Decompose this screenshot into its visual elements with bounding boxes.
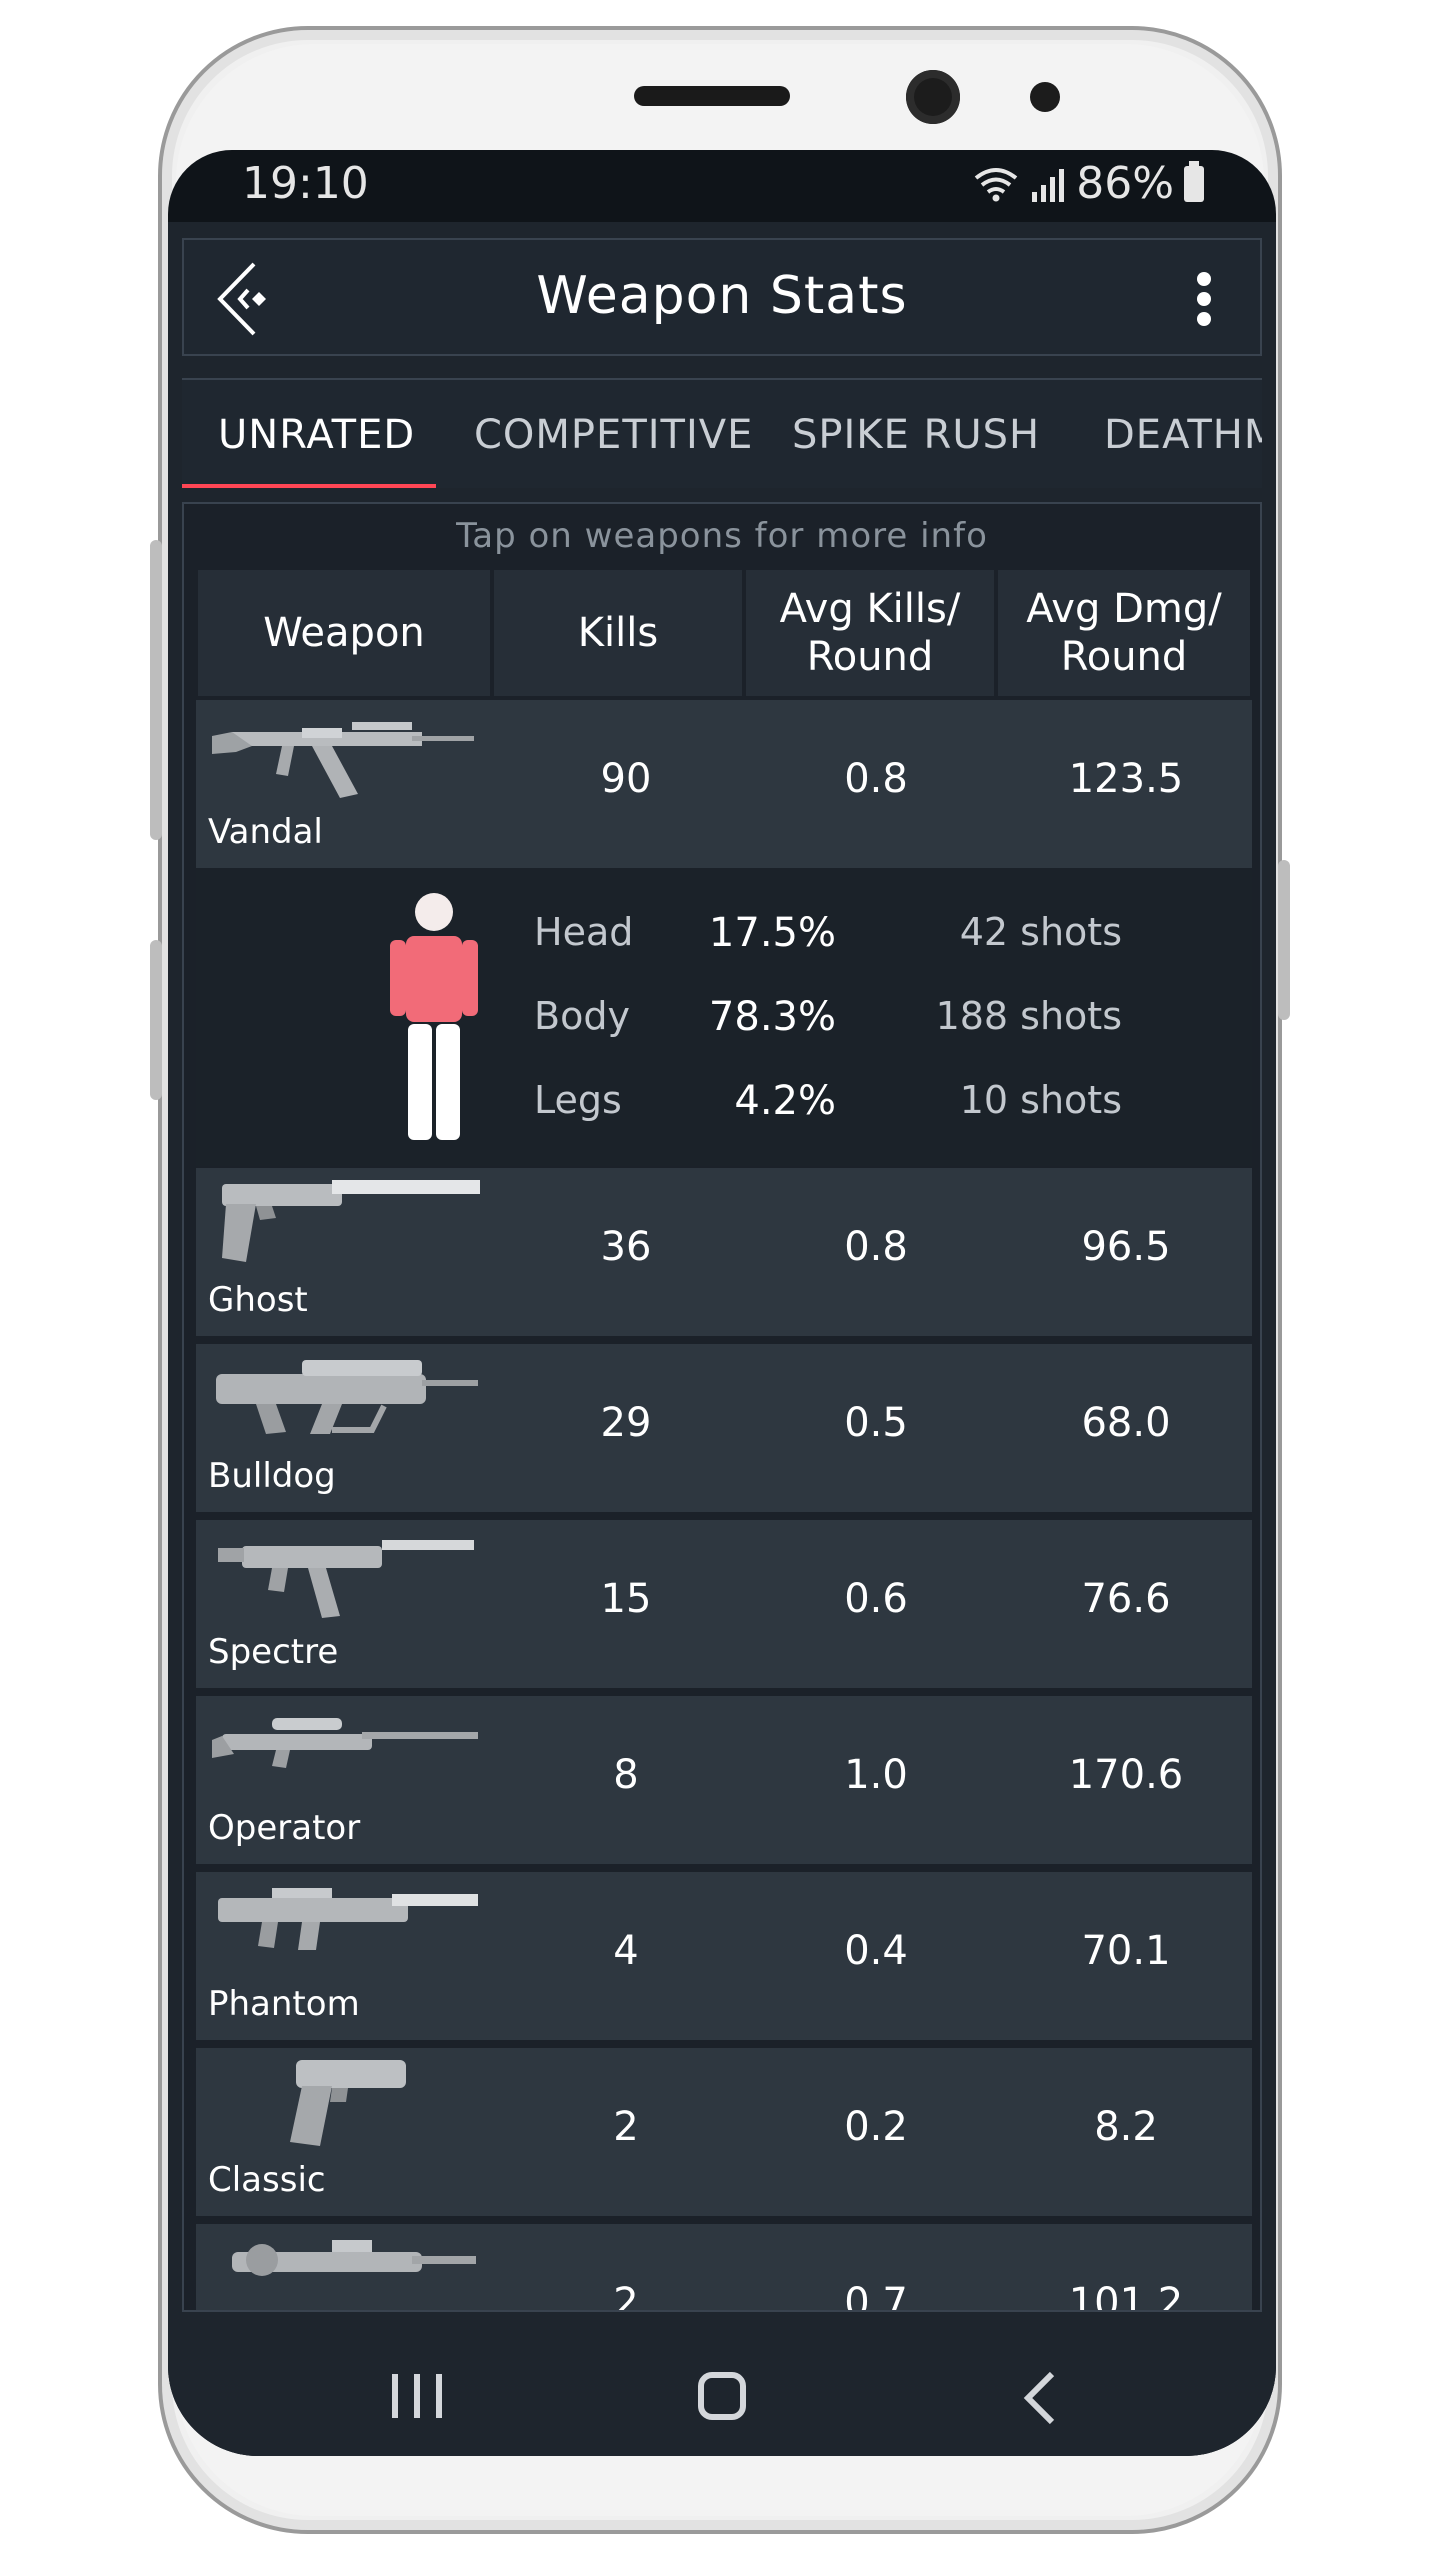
header-avg-dmg-round: Avg Dmg/ Round (996, 568, 1252, 698)
phantom-rifle-icon (218, 1888, 478, 1950)
body-shots: 188 shots (935, 994, 1122, 1038)
page-title: Weapon Stats (536, 266, 908, 326)
kills-value: 2 (613, 2280, 639, 2312)
menu-dot (1197, 312, 1211, 326)
home-icon[interactable] (698, 2372, 746, 2420)
app-bar: Weapon Stats (182, 238, 1262, 356)
head-label: Head (534, 910, 634, 954)
table-row[interactable]: Classic 2 0.2 8.2 (196, 2048, 1252, 2216)
table-row[interactable]: 2 0.7 101.2 (196, 2224, 1252, 2312)
vandal-rifle-icon (212, 722, 474, 798)
avg-dmg-value: 8.2 (1094, 2104, 1158, 2150)
head-percent: 17.5% (708, 910, 836, 956)
tab-unrated[interactable]: UNRATED (218, 412, 415, 458)
recent-apps-icon[interactable] (392, 2374, 442, 2418)
status-bar: 19:10 86% (168, 150, 1276, 222)
table-row[interactable]: Vandal 90 0.8 123.5 (196, 700, 1252, 868)
tab-spike-rush[interactable]: SPIKE RUSH (792, 412, 1040, 458)
body-hit-figure-icon (390, 893, 478, 1140)
status-icons: 86% (972, 158, 1204, 209)
screen: 19:10 86% Weapon Stats UNRATED COMPETITI… (168, 150, 1276, 2456)
avg-kills-value: 1.0 (844, 1752, 908, 1798)
front-camera (906, 70, 960, 124)
table-row[interactable]: Bulldog 29 0.5 68.0 (196, 1344, 1252, 1512)
weapon-stats-panel[interactable]: Tap on weapons for more info Weapon Kill… (182, 502, 1262, 2312)
body-label: Body (534, 994, 630, 1038)
table-row[interactable]: Spectre 15 0.6 76.6 (196, 1520, 1252, 1688)
avg-kills-value: 0.5 (844, 1400, 908, 1446)
recent-bar (436, 2374, 442, 2418)
avg-dmg-value: 96.5 (1081, 1224, 1171, 1270)
spectre-smg-icon (218, 1540, 474, 1618)
kills-value: 8 (613, 1752, 639, 1798)
menu-dot (1197, 272, 1211, 286)
mode-tabs: UNRATED COMPETITIVE SPIKE RUSH DEATHM (182, 378, 1262, 488)
avg-kills-value: 0.8 (844, 1224, 908, 1270)
weapon-name: Spectre (208, 1632, 339, 1672)
bulldog-rifle-icon (216, 1360, 478, 1434)
avg-dmg-value: 123.5 (1068, 756, 1184, 802)
more-vertical-icon[interactable] (1196, 272, 1212, 326)
weapon-name: Operator (208, 1808, 361, 1848)
header-avg-kills-round: Avg Kills/ Round (744, 568, 996, 698)
power-button (1278, 860, 1290, 1020)
app-content: Weapon Stats UNRATED COMPETITIVE SPIKE R… (168, 222, 1276, 2456)
kills-value: 2 (613, 2104, 639, 2150)
kills-value: 29 (600, 1400, 652, 1446)
table-row[interactable]: Phantom 4 0.4 70.1 (196, 1872, 1252, 2040)
battery-icon (1184, 160, 1204, 202)
kills-value: 90 (600, 756, 652, 802)
weapon-name: Vandal (208, 812, 323, 852)
weapon-name: Phantom (208, 1984, 360, 2024)
avg-dmg-value: 76.6 (1081, 1576, 1171, 1622)
legs-percent: 4.2% (734, 1078, 836, 1124)
classic-pistol-icon (290, 2060, 406, 2146)
volume-button (150, 540, 162, 840)
avg-dmg-value: 68.0 (1081, 1400, 1171, 1446)
header-weapon: Weapon (196, 568, 492, 698)
avg-kills-value: 0.2 (844, 2104, 908, 2150)
legs-label: Legs (534, 1078, 622, 1122)
bixby-button (150, 940, 162, 1100)
header-kills: Kills (492, 568, 744, 698)
avg-kills-value: 0.6 (844, 1576, 908, 1622)
ghost-pistol-icon (222, 1180, 480, 1262)
back-icon[interactable] (1018, 2370, 1062, 2426)
head-shots: 42 shots (959, 910, 1122, 954)
status-time: 19:10 (242, 158, 369, 209)
recent-bar (414, 2374, 420, 2418)
tab-deathmatch[interactable]: DEATHM (1104, 412, 1262, 458)
weapon-name: Ghost (208, 1280, 308, 1320)
avg-kills-value: 0.7 (844, 2280, 908, 2312)
kills-value: 36 (600, 1224, 652, 1270)
legs-shots: 10 shots (959, 1078, 1122, 1122)
kills-value: 15 (600, 1576, 652, 1622)
kills-value: 4 (613, 1928, 639, 1974)
weapon-name: Classic (208, 2160, 326, 2200)
menu-dot (1197, 292, 1211, 306)
table-header: Weapon Kills Avg Kills/ Round Avg Dmg/ R… (196, 568, 1252, 698)
hint-text: Tap on weapons for more info (456, 516, 988, 556)
weapon-name: Bulldog (208, 1456, 336, 1496)
recent-bar (392, 2374, 398, 2418)
avg-dmg-value: 70.1 (1081, 1928, 1171, 1974)
hit-distribution-panel: Head 17.5% 42 shots Body 78.3% 188 shots… (196, 870, 1252, 1166)
active-tab-indicator (182, 484, 436, 488)
avg-dmg-value: 101.2 (1068, 2280, 1184, 2312)
wifi-icon (974, 167, 1018, 201)
machine-gun-icon (232, 2240, 476, 2276)
battery-percent: 86% (1076, 158, 1174, 209)
operator-sniper-icon (212, 1718, 478, 1768)
earpiece-speaker (634, 86, 790, 106)
body-percent: 78.3% (708, 994, 836, 1040)
signal-icon (1032, 168, 1065, 202)
table-row[interactable]: Ghost 36 0.8 96.5 (196, 1168, 1252, 1336)
table-row[interactable]: Operator 8 1.0 170.6 (196, 1696, 1252, 1864)
system-nav-bar (168, 2334, 1276, 2456)
tab-competitive[interactable]: COMPETITIVE (474, 412, 753, 458)
avg-dmg-value: 170.6 (1068, 1752, 1184, 1798)
proximity-sensor (1030, 82, 1060, 112)
avg-kills-value: 0.4 (844, 1928, 908, 1974)
avg-kills-value: 0.8 (844, 756, 908, 802)
